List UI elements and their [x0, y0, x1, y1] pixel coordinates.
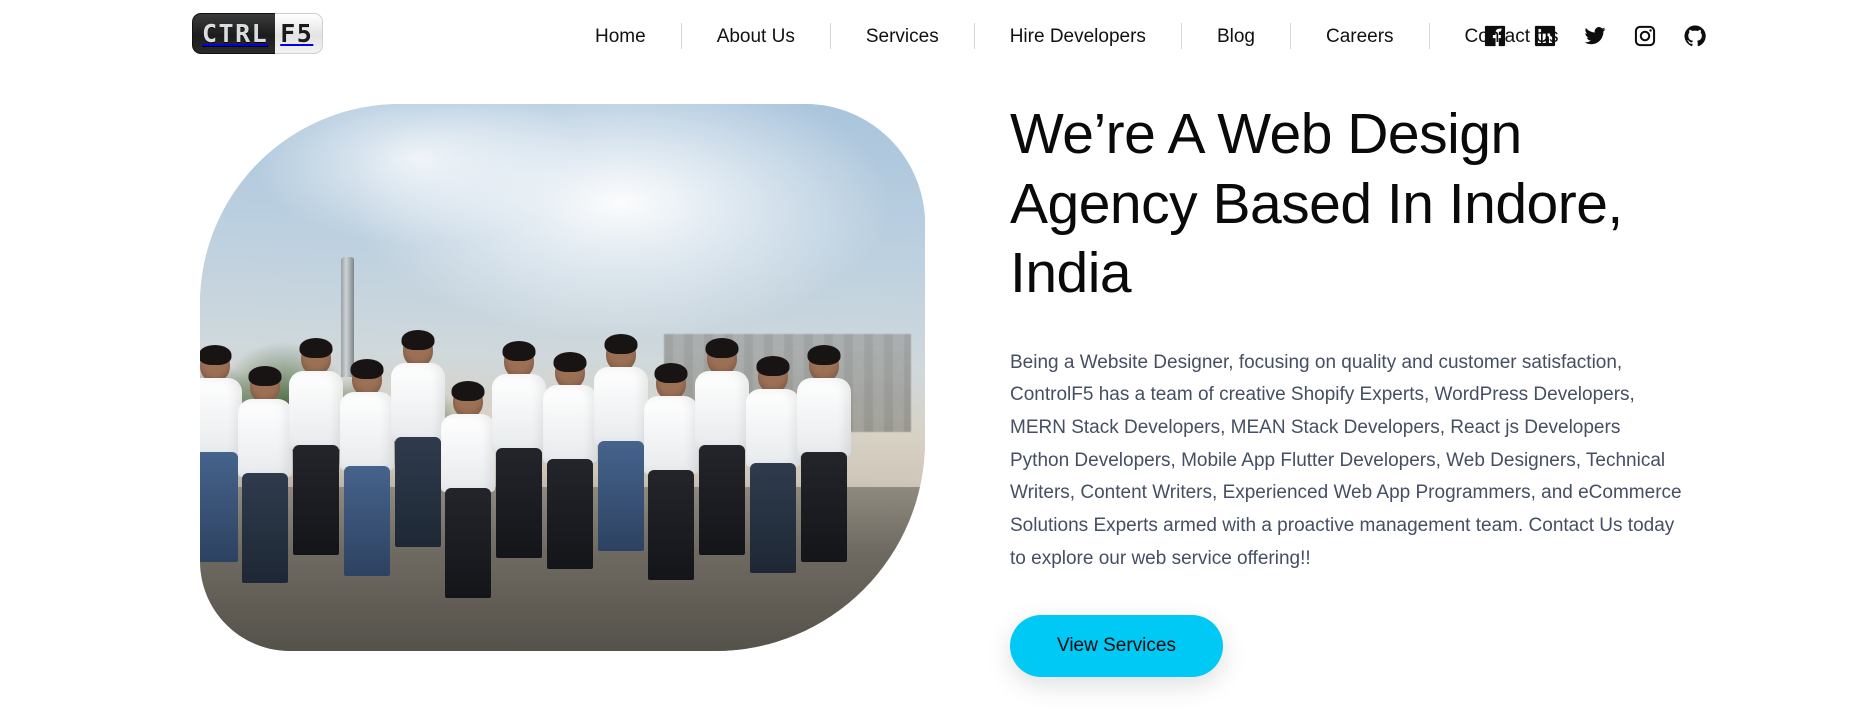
photo-crowd: [200, 290, 925, 651]
nav-item-home[interactable]: Home: [560, 27, 681, 46]
view-services-button[interactable]: View Services: [1010, 615, 1223, 678]
linkedin-link[interactable]: [1534, 25, 1556, 47]
instagram-link[interactable]: [1634, 25, 1656, 47]
hero-content: We’re A Web Design Agency Based In Indor…: [1010, 100, 1690, 678]
hero-description: Being a Website Designer, focusing on qu…: [1010, 351, 1682, 569]
team-photo: [200, 104, 925, 651]
facebook-icon[interactable]: [1484, 25, 1506, 47]
facebook-link[interactable]: [1484, 25, 1506, 47]
nav-item-hire-developers[interactable]: Hire Developers: [975, 27, 1181, 46]
site-header: CTRL F5 Home About Us Services Hire Devel…: [0, 0, 1876, 72]
nav-item-about-us[interactable]: About Us: [682, 27, 830, 46]
logo-text-ctrl: CTRL: [192, 12, 276, 54]
github-icon[interactable]: [1684, 25, 1706, 47]
logo-controlf5[interactable]: CTRL F5: [192, 8, 324, 58]
github-link[interactable]: [1684, 25, 1706, 47]
nav-item-blog[interactable]: Blog: [1182, 27, 1290, 46]
page-title: We’re A Web Design Agency Based In Indor…: [1010, 102, 1623, 306]
social-links: [1484, 0, 1706, 72]
page-root: CTRL F5 Home About Us Services Hire Devel…: [0, 0, 1876, 715]
nav-item-careers[interactable]: Careers: [1291, 27, 1429, 46]
hero-image: [200, 104, 925, 651]
twitter-icon[interactable]: [1584, 25, 1606, 47]
twitter-link[interactable]: [1584, 25, 1606, 47]
logo-text-f5: F5: [275, 12, 324, 54]
instagram-icon[interactable]: [1634, 25, 1656, 47]
main-navigation: Home About Us Services Hire Developers B…: [560, 0, 1594, 72]
nav-item-services[interactable]: Services: [831, 27, 974, 46]
linkedin-icon[interactable]: [1534, 25, 1556, 47]
